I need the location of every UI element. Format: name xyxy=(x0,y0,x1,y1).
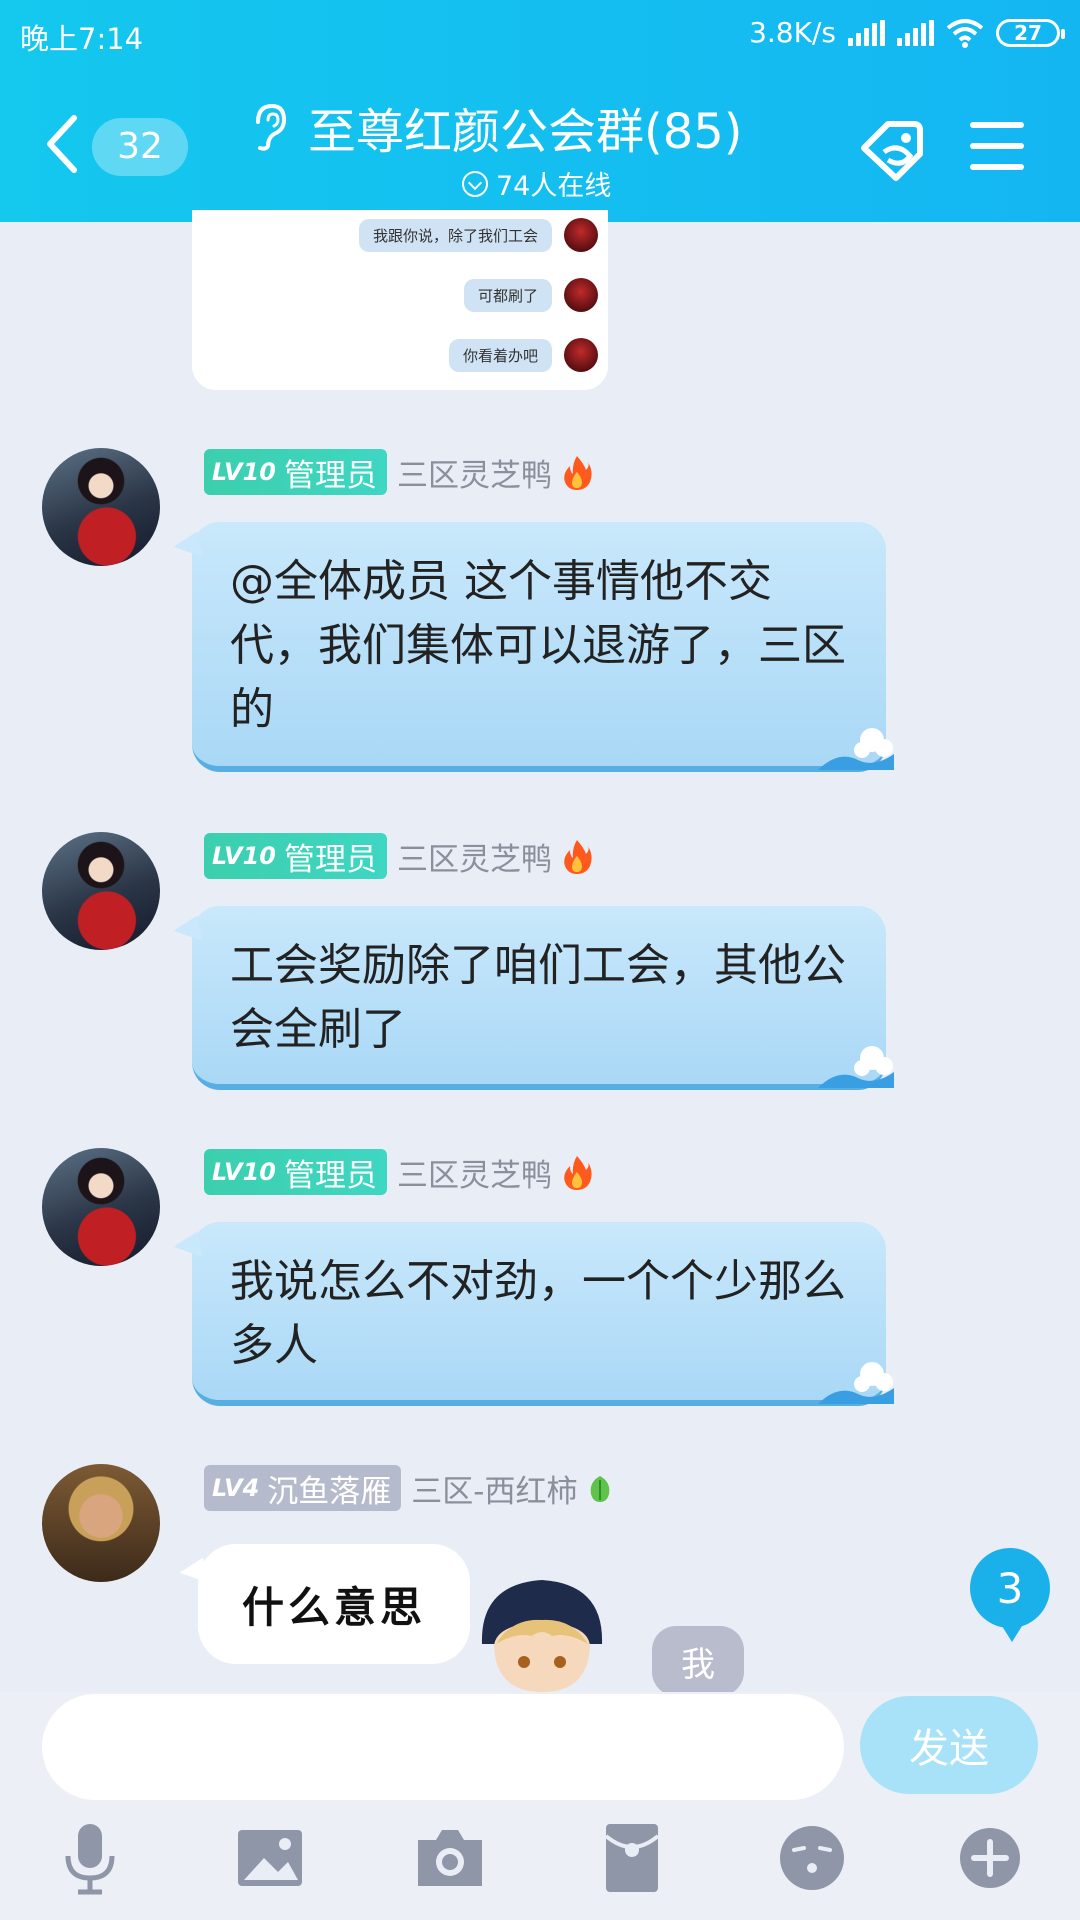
sender-meta: LV10 管理员 三区灵芝鸭 xyxy=(204,448,592,496)
emoji-icon[interactable] xyxy=(772,1818,852,1898)
status-indicators: 3.8K/s 27 xyxy=(749,16,1065,49)
avatar[interactable] xyxy=(42,1464,160,1582)
role-label: 管理员 xyxy=(283,457,377,494)
online-count: 74人在线 xyxy=(496,171,612,202)
chat-header: 晚上7:14 3.8K/s 27 32 至尊红颜公会群(85) 74人在线 xyxy=(0,0,1080,222)
wave-decoration-icon xyxy=(818,728,894,770)
menu-icon[interactable] xyxy=(970,122,1024,170)
message-input[interactable] xyxy=(42,1694,844,1800)
message-bubble[interactable]: 什么意思 xyxy=(198,1544,470,1664)
sender-meta: LV10 管理员 三区灵芝鸭 xyxy=(204,832,592,880)
group-title[interactable]: 至尊红颜公会群(85) xyxy=(308,92,743,162)
sender-meta: LV4 沉鱼落雁 三区-西红柿 xyxy=(204,1464,613,1512)
flame-icon xyxy=(564,456,592,490)
picture-icon[interactable] xyxy=(230,1818,310,1898)
message-bubble[interactable]: 我说怎么不对劲，一个个少那么多人 xyxy=(192,1222,894,1406)
list-item: 你看着办吧 xyxy=(448,338,598,372)
signal-icon xyxy=(897,19,934,46)
avatar[interactable] xyxy=(42,448,160,566)
battery-icon: 27 xyxy=(996,18,1065,47)
message-text: 什么意思 xyxy=(241,1582,426,1632)
me-mention-tag[interactable]: 我 xyxy=(652,1626,744,1696)
ear-icon[interactable] xyxy=(248,102,288,152)
plus-icon[interactable] xyxy=(950,1818,1030,1898)
message-bubble[interactable]: @全体成员 这个事情他不交代，我们集体可以退游了，三区的 xyxy=(192,522,894,772)
role-label: 管理员 xyxy=(283,1157,377,1194)
message-text: 我说怎么不对劲，一个个少那么多人 xyxy=(230,1256,846,1371)
shared-screenshot-image[interactable]: 我跟你说，除了我们工会 可都刷了 你看着办吧 xyxy=(192,210,608,390)
sender-name[interactable]: 三区-西红柿 xyxy=(411,1466,577,1511)
wifi-icon xyxy=(946,18,984,48)
sender-meta: LV10 管理员 三区灵芝鸭 xyxy=(204,1148,592,1196)
sticker-character-image xyxy=(481,1580,603,1692)
signal-icon xyxy=(848,19,885,46)
list-item: 我跟你说，除了我们工会 xyxy=(358,218,598,252)
microphone-icon[interactable] xyxy=(50,1818,130,1898)
message-text: 工会奖励除了咱们工会，其他公会全刷了 xyxy=(230,940,846,1055)
sender-name[interactable]: 三区灵芝鸭 xyxy=(397,1150,552,1195)
level-badge: LV4 沉鱼落雁 xyxy=(204,1465,402,1511)
level-label: LV10 xyxy=(212,458,276,486)
image-message-text: 我跟你说，除了我们工会 xyxy=(358,218,552,252)
sender-name[interactable]: 三区灵芝鸭 xyxy=(397,450,552,495)
send-button[interactable]: 发送 xyxy=(860,1696,1038,1794)
camera-icon[interactable] xyxy=(410,1818,490,1898)
network-speed: 3.8K/s xyxy=(749,16,836,49)
new-messages-badge[interactable]: 3 xyxy=(970,1548,1050,1642)
image-message-text: 可都刷了 xyxy=(463,278,552,312)
level-label: LV10 xyxy=(212,842,276,870)
admin-badge: LV10 管理员 xyxy=(204,449,387,495)
avatar xyxy=(564,278,598,312)
level-label: LV4 xyxy=(212,1474,260,1502)
status-time: 晚上7:14 xyxy=(20,22,144,56)
admin-badge: LV10 管理员 xyxy=(204,833,387,879)
wave-decoration-icon xyxy=(818,1046,894,1088)
image-message-text: 你看着办吧 xyxy=(448,338,552,372)
avatar xyxy=(564,218,598,252)
sender-name[interactable]: 三区灵芝鸭 xyxy=(397,834,552,879)
avatar[interactable] xyxy=(42,1148,160,1266)
avatar[interactable] xyxy=(42,832,160,950)
wave-decoration-icon xyxy=(818,1362,894,1404)
admin-badge: LV10 管理员 xyxy=(204,1149,387,1195)
input-area: 发送 xyxy=(0,1692,1080,1920)
flame-icon xyxy=(564,840,592,874)
unread-count-badge[interactable]: 32 xyxy=(92,118,188,176)
list-item: 可都刷了 xyxy=(463,278,598,312)
role-label: 管理员 xyxy=(283,841,377,878)
status-bar: 晚上7:14 3.8K/s 27 xyxy=(0,0,1080,70)
flame-icon xyxy=(564,1156,592,1190)
title-label: 沉鱼落雁 xyxy=(267,1473,392,1510)
sprout-icon xyxy=(591,1476,610,1502)
message-text: @全体成员 这个事情他不交代，我们集体可以退游了，三区的 xyxy=(230,556,846,735)
level-label: LV10 xyxy=(212,1158,276,1186)
red-packet-icon[interactable] xyxy=(592,1818,672,1898)
chevron-down-icon xyxy=(462,170,488,197)
back-arrow-icon[interactable] xyxy=(44,114,78,174)
message-bubble[interactable]: 工会奖励除了咱们工会，其他公会全刷了 xyxy=(192,906,894,1090)
online-status[interactable]: 74人在线 xyxy=(462,164,611,203)
avatar xyxy=(564,338,598,372)
group-tag-icon[interactable] xyxy=(858,118,934,182)
input-toolbar xyxy=(0,1818,1080,1918)
